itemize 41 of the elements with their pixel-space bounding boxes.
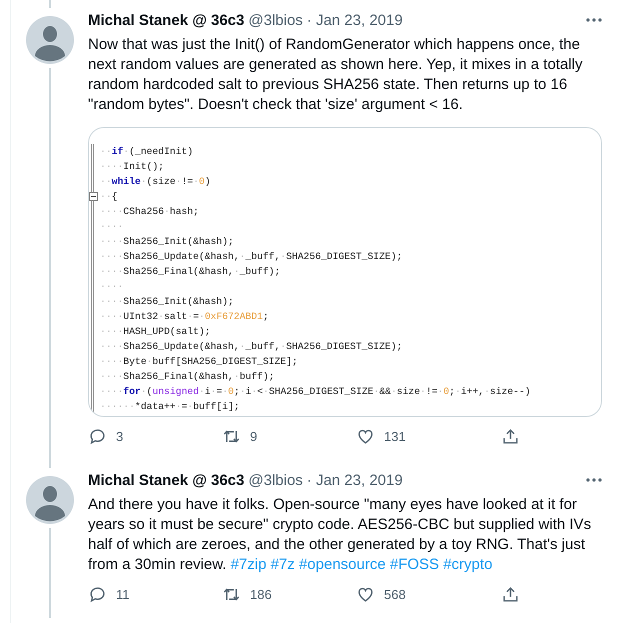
code-line: ······*data++·=·buff[i]; — [100, 400, 240, 414]
tweet-text: And there you have it folks. Open-source "many eyes have looked at it for years so it must be secure" crypto code. AES256-CBC but supplied with IVs half of which are zeroes, and the other generated by a toy RNG. That's just from a 30min review. #7zip #7z #opensource #FOSS #crypto — [88, 495, 592, 575]
code-line: ··while·(size·!=·0) — [100, 175, 211, 189]
tweet-date[interactable]: · Jan 23, 2019 — [306, 472, 403, 488]
more-icon[interactable] — [586, 18, 602, 22]
author-handle[interactable]: @3lbios — [248, 472, 303, 488]
like-count: 131 — [384, 428, 406, 444]
more-icon[interactable] — [586, 478, 602, 482]
code-line: ····Sha256_Init(&hash); — [100, 295, 234, 309]
code-line: ····Init(); — [100, 160, 164, 174]
code-line: ····UInt32·salt·=·0xF672ABD1; — [100, 310, 269, 324]
retweet-count: 186 — [250, 586, 272, 602]
code-line: ···· — [100, 220, 124, 234]
author-handle[interactable]: @3lbios — [248, 12, 303, 28]
code-line: ····CSha256·hash; — [100, 205, 199, 219]
code-line: ····Sha256_Update(&hash,·_buff,·SHA256_DIGEST_SIZE); — [100, 250, 402, 264]
avatar[interactable] — [26, 16, 74, 64]
code-line: ···· — [100, 280, 124, 294]
share-icon[interactable] — [501, 584, 520, 604]
code-line: ····HASH_UPD(salt); — [100, 325, 210, 339]
code-line: ····Byte·buff[SHA256_DIGEST_SIZE]; — [100, 355, 298, 369]
retweet-count: 9 — [250, 428, 258, 444]
author-name[interactable]: Michal Stanek @ 36c3 — [88, 472, 244, 488]
code-line: ····Sha256_Final(&hash,·buff); — [100, 370, 274, 384]
reply-icon[interactable] — [88, 426, 107, 446]
code-line: ····Sha256_Final(&hash,·_buff); — [100, 265, 280, 279]
code-line: ··{ — [100, 190, 118, 204]
code-line: ····for·(unsigned·i·=·0;·i·<·SHA256_DIGEST_SIZE·&&·size·!=·0;·i++,·size--) — [100, 385, 531, 399]
tweet-date[interactable]: · Jan 23, 2019 — [306, 12, 403, 28]
code-line: ··if·(_needInit) — [100, 145, 194, 159]
fold-icon[interactable] — [89, 192, 98, 201]
reply-icon[interactable] — [88, 584, 107, 604]
code-line: ····Sha256_Init(&hash); — [100, 235, 234, 249]
reply-count: 11 — [116, 586, 130, 602]
author-name[interactable]: Michal Stanek @ 36c3 — [88, 12, 244, 28]
tweet-text: Now that was just the Init() of RandomGenerator which happens once, the next random values are generated as shown here. Yep, it mixes in a totally random hardcoded salt to previous SHA256 state. Then returns up to 16 "random bytes". Doesn't check that 'size' argument < 16. — [88, 35, 584, 115]
code-line: ····Sha256_Update(&hash,·_buff,·SHA256_DIGEST_SIZE); — [100, 340, 402, 354]
avatar[interactable] — [26, 476, 74, 524]
share-icon[interactable] — [501, 426, 520, 446]
like-count: 568 — [384, 586, 406, 602]
reply-count: 3 — [116, 428, 124, 444]
